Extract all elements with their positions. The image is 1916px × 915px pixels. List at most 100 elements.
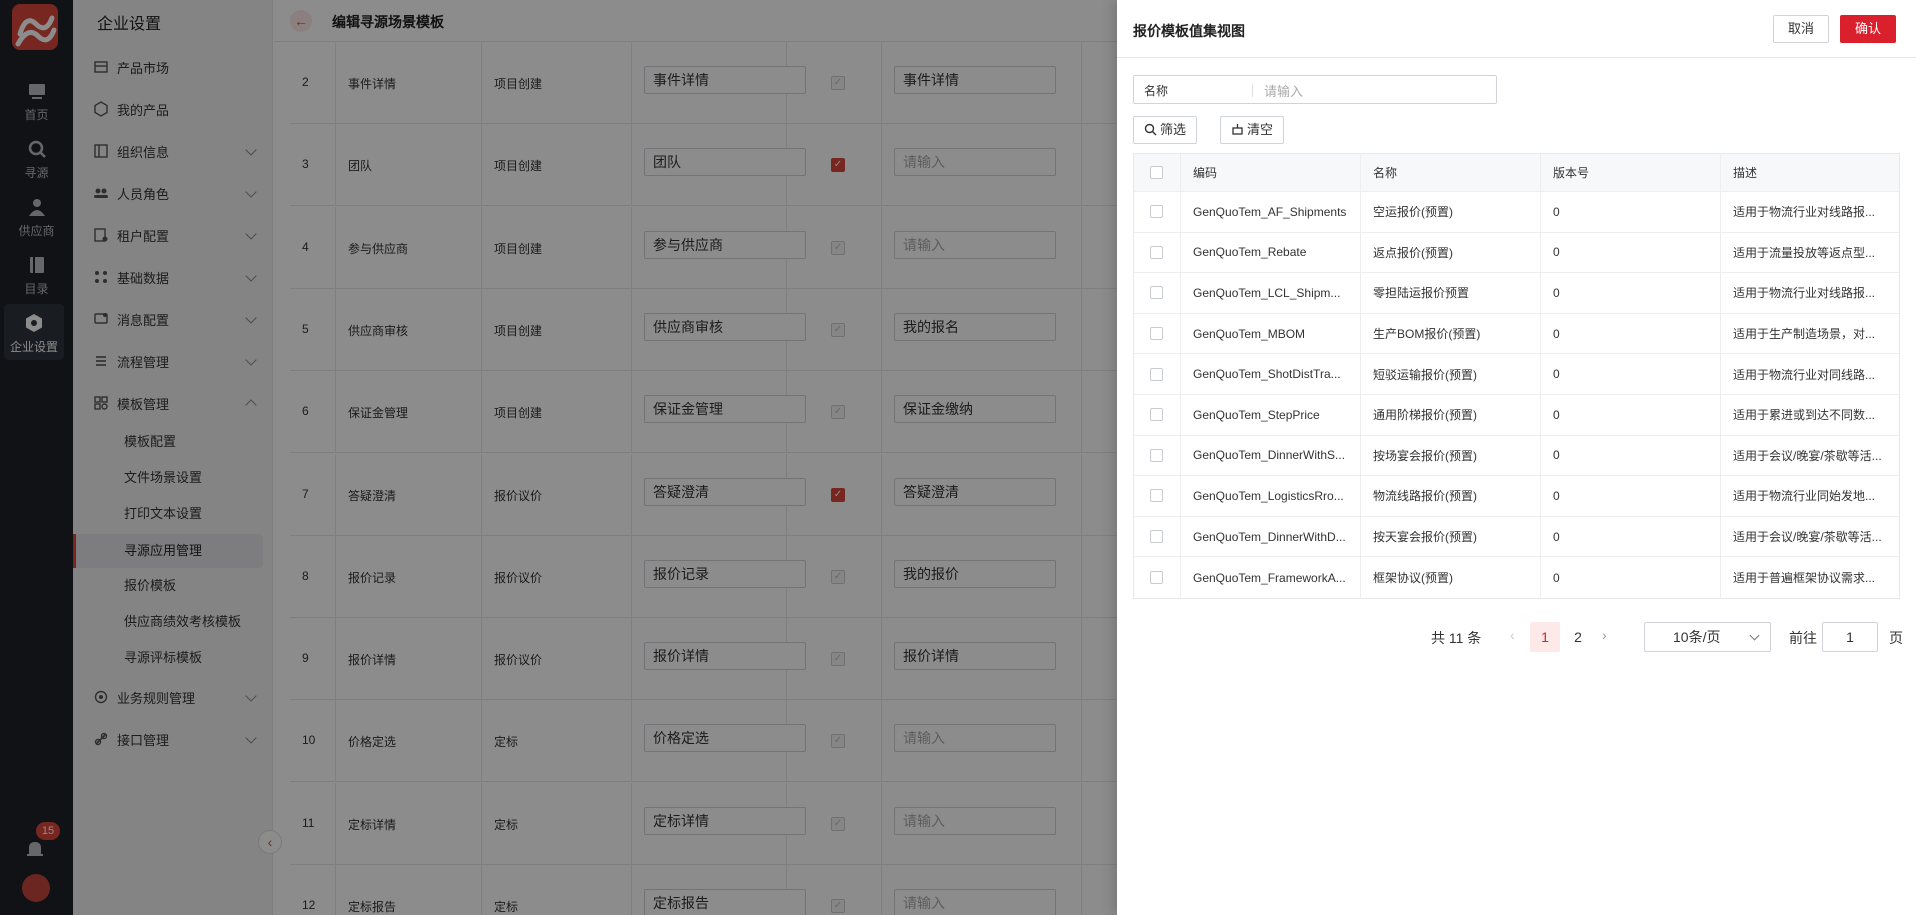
cell-version: 0: [1541, 313, 1721, 354]
select-all-checkbox[interactable]: [1150, 166, 1163, 179]
row-checkbox[interactable]: [1150, 245, 1163, 259]
cell-name: 按天宴会报价(预置): [1361, 516, 1541, 557]
filter-button[interactable]: 筛选: [1133, 116, 1198, 144]
row-checkbox[interactable]: [1150, 489, 1163, 503]
table-row[interactable]: GenQuoTem_DinnerWithS... 按场宴会报价(预置) 0 适用于会议…: [1134, 435, 1899, 477]
cell-desc: 适用于普遍框架协议需求...: [1733, 571, 1876, 586]
cell-desc: 适用于会议/晚宴/茶歇等活...: [1733, 448, 1882, 463]
cell-code: GenQuoTem_Rebate: [1181, 232, 1361, 273]
cell-version: 0: [1541, 232, 1721, 273]
cell-code: GenQuoTem_AF_Shipments: [1181, 192, 1361, 232]
cell-name: 零担陆运报价预置: [1361, 273, 1541, 313]
row-checkbox[interactable]: [1150, 408, 1163, 422]
cell-code: GenQuoTem_LogisticsRro...: [1181, 476, 1361, 516]
header-version: 版本号: [1541, 154, 1721, 191]
cell-name: 物流线路报价(预置): [1361, 476, 1541, 516]
cell-code: GenQuoTem_DinnerWithD...: [1181, 516, 1361, 557]
page-size-value: 10条/页: [1673, 629, 1721, 645]
drawer-title: 报价模板值集视图: [1133, 23, 1245, 39]
cell-desc: 适用于会议/晚宴/茶歇等活...: [1733, 530, 1882, 545]
table-row[interactable]: GenQuoTem_MBOM 生产BOM报价(预置) 0 适用于生产制造场景，对...: [1134, 313, 1899, 355]
table-row[interactable]: GenQuoTem_ShotDistTra... 短驳运输报价(预置) 0 适用于物流…: [1134, 354, 1899, 395]
cell-name: 通用阶梯报价(预置): [1361, 394, 1541, 435]
row-checkbox[interactable]: [1150, 327, 1163, 341]
header-name: 名称: [1361, 154, 1541, 191]
row-checkbox-cell: [1134, 313, 1181, 354]
row-checkbox-cell: [1134, 192, 1181, 232]
page-2[interactable]: 2: [1563, 622, 1593, 652]
name-search-field[interactable]: 名称 请输入: [1133, 75, 1497, 104]
row-checkbox[interactable]: [1150, 530, 1163, 544]
header-code: 编码: [1181, 154, 1361, 191]
cell-version: 0: [1541, 516, 1721, 557]
divider: [1252, 84, 1253, 97]
cell-version: 0: [1541, 354, 1721, 394]
row-checkbox[interactable]: [1150, 571, 1163, 585]
row-checkbox-cell: [1134, 476, 1181, 516]
page-size-select[interactable]: 10条/页: [1644, 622, 1771, 652]
cell-name: 返点报价(预置): [1361, 232, 1541, 273]
cancel-button[interactable]: 取消: [1773, 15, 1830, 43]
cell-name: 短驳运输报价(预置): [1361, 354, 1541, 394]
cell-desc: 适用于生产制造场景，对...: [1733, 327, 1876, 342]
cell-name: 生产BOM报价(预置): [1361, 313, 1541, 354]
row-checkbox-cell: [1134, 354, 1181, 394]
drawer-header: 报价模板值集视图 取消 确认: [1117, 0, 1916, 58]
broom-icon: [1232, 124, 1243, 135]
row-checkbox[interactable]: [1150, 205, 1163, 219]
cell-version: 0: [1541, 273, 1721, 313]
total-count: 共 11 条: [1431, 630, 1482, 646]
table-row[interactable]: GenQuoTem_DinnerWithD... 按天宴会报价(预置) 0 适用于会议…: [1134, 516, 1899, 558]
search-input[interactable]: 请输入: [1264, 81, 1303, 100]
cell-code: GenQuoTem_DinnerWithS...: [1181, 435, 1361, 476]
confirm-button[interactable]: 确认: [1840, 15, 1897, 43]
table-row[interactable]: GenQuoTem_LCL_Shipm... 零担陆运报价预置 0 适用于物流行业对线…: [1134, 273, 1899, 314]
row-checkbox[interactable]: [1150, 367, 1163, 381]
row-checkbox[interactable]: [1150, 286, 1163, 300]
cell-name: 空运报价(预置): [1361, 192, 1541, 232]
quote-template-drawer: 报价模板值集视图 取消 确认 名称 请输入 筛选 清空 编码 名称 版本号 描述…: [1117, 0, 1916, 915]
cell-name: 框架协议(预置): [1361, 557, 1541, 598]
clear-button[interactable]: 清空: [1220, 116, 1285, 144]
goto-page-input[interactable]: 1: [1822, 622, 1878, 652]
cell-code: GenQuoTem_ShotDistTra...: [1181, 354, 1361, 394]
filter-label: 筛选: [1160, 122, 1187, 137]
table-row[interactable]: GenQuoTem_FrameworkA... 框架协议(预置) 0 适用于普遍框架协…: [1134, 557, 1899, 598]
row-checkbox-cell: [1134, 557, 1181, 598]
pagination: 共 11 条 ‹ 1 2 › 10条/页 前往 1 页: [1117, 622, 1916, 652]
row-checkbox-cell: [1134, 435, 1181, 476]
chevron-down-icon: [1749, 630, 1760, 641]
cell-desc: 适用于物流行业对线路报...: [1733, 286, 1876, 301]
prev-page-icon[interactable]: ‹: [1510, 627, 1515, 643]
page-1[interactable]: 1: [1530, 622, 1560, 652]
cell-code: GenQuoTem_FrameworkA...: [1181, 557, 1361, 598]
table-row[interactable]: GenQuoTem_StepPrice 通用阶梯报价(预置) 0 适用于累进或到达不同…: [1134, 394, 1899, 436]
cell-desc: 适用于流量投放等返点型...: [1733, 245, 1876, 260]
table-row[interactable]: GenQuoTem_Rebate 返点报价(预置) 0 适用于流量投放等返点型...: [1134, 232, 1899, 274]
modal-mask[interactable]: [0, 0, 1117, 915]
cell-version: 0: [1541, 476, 1721, 516]
row-checkbox-cell: [1134, 273, 1181, 313]
cell-code: GenQuoTem_LCL_Shipm...: [1181, 273, 1361, 313]
cell-version: 0: [1541, 192, 1721, 232]
cell-desc: 适用于物流行业对线路报...: [1733, 205, 1876, 220]
goto-label: 前往: [1789, 630, 1817, 646]
table-row[interactable]: GenQuoTem_LogisticsRro... 物流线路报价(预置) 0 适用于物…: [1134, 476, 1899, 517]
cell-version: 0: [1541, 435, 1721, 476]
row-checkbox-cell: [1134, 516, 1181, 557]
table-header: 编码 名称 版本号 描述: [1134, 154, 1899, 192]
table-row[interactable]: GenQuoTem_AF_Shipments 空运报价(预置) 0 适用于物流行业对线…: [1134, 192, 1899, 233]
template-table: 编码 名称 版本号 描述 GenQuoTem_AF_Shipments 空运报价(…: [1133, 153, 1900, 599]
row-checkbox-cell: [1134, 394, 1181, 435]
cell-code: GenQuoTem_MBOM: [1181, 313, 1361, 354]
row-checkbox[interactable]: [1150, 448, 1163, 462]
cell-version: 0: [1541, 557, 1721, 598]
clear-label: 清空: [1247, 122, 1274, 137]
header-desc: 描述: [1733, 166, 1758, 180]
next-page-icon[interactable]: ›: [1602, 627, 1607, 643]
cell-version: 0: [1541, 394, 1721, 435]
cell-name: 按场宴会报价(预置): [1361, 435, 1541, 476]
search-label: 名称: [1144, 84, 1169, 98]
cell-code: GenQuoTem_StepPrice: [1181, 394, 1361, 435]
search-icon: [1144, 123, 1157, 136]
